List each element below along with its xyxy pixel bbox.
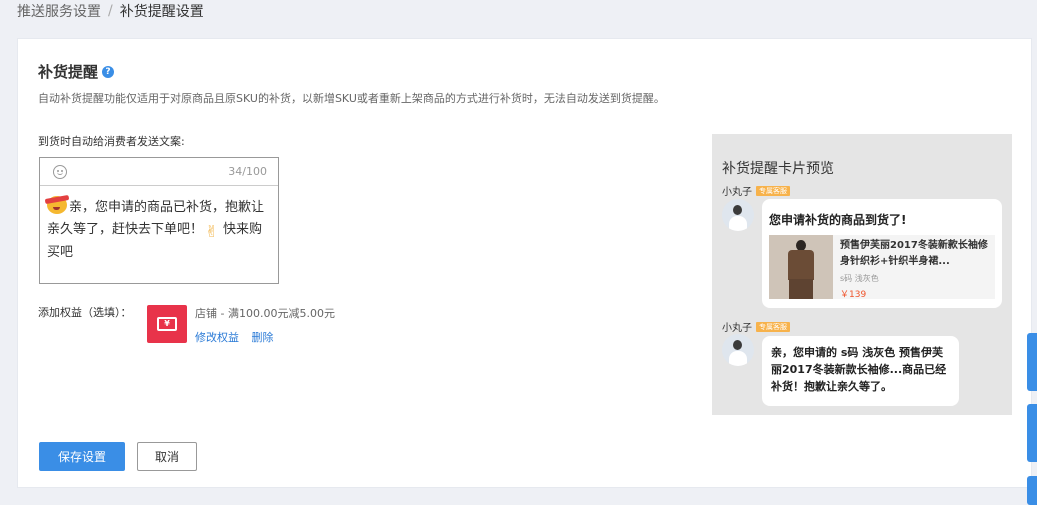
smiley-icon[interactable] [53, 164, 67, 179]
message-bubble: 亲，您申请的 s码 浅灰色 预售伊芙丽2017冬装新款长袖修...商品已经补货！… [762, 336, 959, 406]
cancel-button[interactable]: 取消 [137, 442, 197, 471]
preview-panel: 补货提醒卡片预览 小丸子 专属客服 您申请补货的商品到货了! 预售伊芙丽2017… [712, 134, 1012, 415]
page-description: 自动补货提醒功能仅适用于对原商品且原SKU的补货，以新增SKU或者重新上架商品的… [38, 92, 665, 105]
product-price: ￥139 [840, 290, 867, 300]
title-row: 补货提醒 ? [38, 61, 115, 82]
settings-card: 补货提醒 ? 自动补货提醒功能仅适用于对原商品且原SKU的补货，以新增SKU或者… [17, 38, 1032, 488]
benefit-label: 添加权益（选填）： [38, 306, 132, 319]
product-image [769, 235, 833, 299]
page-title: 补货提醒 [38, 63, 99, 81]
sender-nick-2: 小丸子 [722, 323, 752, 334]
card-title: 您申请补货的商品到货了! [769, 213, 907, 227]
breadcrumb-parent[interactable]: 推送服务设置 [17, 1, 101, 21]
save-button[interactable]: 保存设置 [39, 442, 125, 471]
avatar-icon [722, 199, 754, 231]
delete-benefit-link[interactable]: 删除 [252, 331, 274, 344]
benefit-actions: 修改权益 删除 [195, 329, 283, 345]
sender-name: 小丸子 专属客服 [722, 183, 790, 198]
editor-content[interactable]: 亲，您申请的商品已补货，抱歉让亲久等了，赶快去下单吧！ ✌ 快来购买吧 [40, 186, 278, 264]
product-item: 预售伊芙丽2017冬装新款长袖修身针织衫+针织半身裙... s码 浅灰色 ￥13… [769, 235, 995, 300]
service-tag-2: 专属客服 [756, 321, 790, 332]
benefit-description: 店铺 - 满100.00元减5.00元 [195, 307, 335, 320]
victory-hand-icon: ✌ [205, 222, 219, 241]
side-tab-1[interactable] [1027, 333, 1037, 391]
ticket-icon: ¥ [157, 317, 177, 331]
breadcrumb: 推送服务设置 / 补货提醒设置 [17, 1, 204, 21]
product-sku: s码 浅灰色 [840, 274, 879, 283]
sender-nick: 小丸子 [722, 187, 752, 198]
emoji-face-icon [47, 196, 67, 214]
restock-card: 您申请补货的商品到货了! 预售伊芙丽2017冬装新款长袖修身针织衫+针织半身裙.… [762, 199, 1002, 308]
side-tab-2[interactable] [1027, 404, 1037, 462]
help-icon[interactable]: ? [102, 65, 115, 78]
char-counter: 34/100 [228, 165, 267, 178]
send-text-label: 到货时自动给消费者发送文案: [38, 135, 185, 148]
preview-title: 补货提醒卡片预览 [722, 161, 834, 177]
avatar-icon-2 [722, 334, 754, 366]
benefit-coupon: ¥ [147, 305, 187, 343]
breadcrumb-separator: / [108, 3, 113, 19]
edit-benefit-link[interactable]: 修改权益 [195, 331, 239, 344]
side-tab-3[interactable] [1027, 476, 1037, 505]
service-tag: 专属客服 [756, 185, 790, 196]
editor-toolbar: 34/100 [40, 158, 278, 186]
breadcrumb-current: 补货提醒设置 [119, 4, 204, 20]
message-editor[interactable]: 34/100 亲，您申请的商品已补货，抱歉让亲久等了，赶快去下单吧！ ✌ 快来购买吧 [39, 157, 279, 284]
sender-name-2: 小丸子 专属客服 [722, 319, 790, 334]
product-name: 预售伊芙丽2017冬装新款长袖修身针织衫+针织半身裙... [840, 240, 988, 267]
